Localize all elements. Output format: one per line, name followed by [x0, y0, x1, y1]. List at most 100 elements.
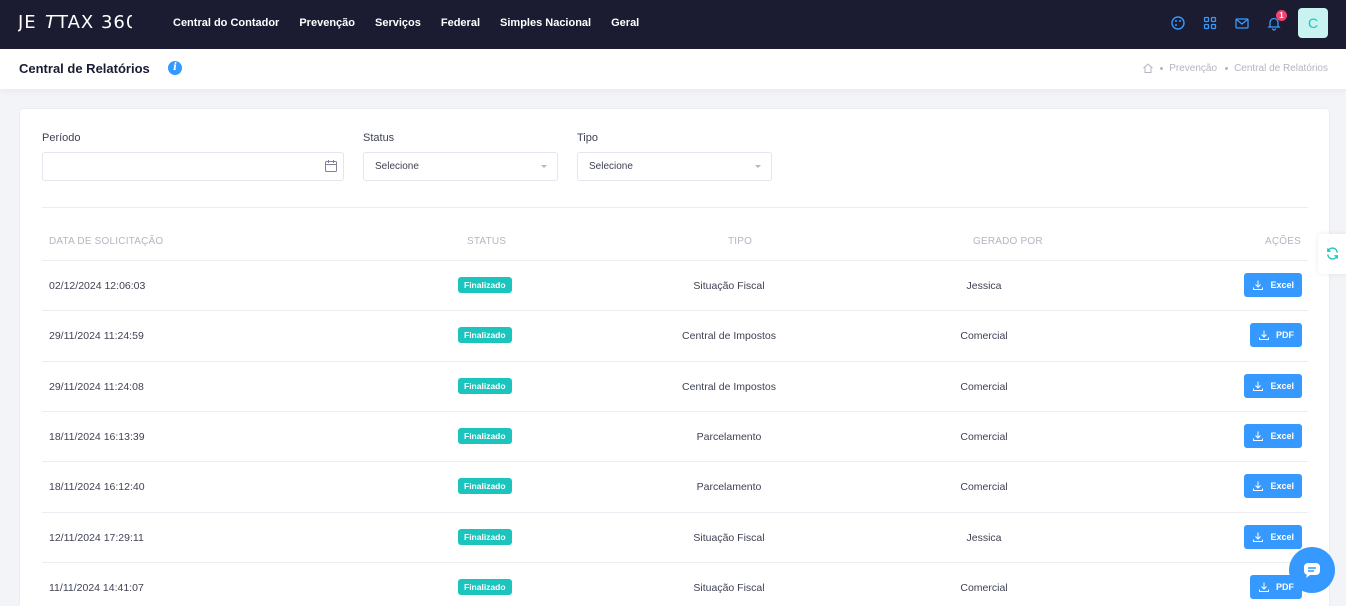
divider — [42, 207, 1308, 208]
info-icon[interactable]: i — [168, 61, 182, 75]
periodo-label: Período — [42, 132, 81, 144]
download-button-label: Excel — [1270, 280, 1294, 290]
cell-type: Parcelamento — [696, 481, 762, 494]
cell-type: Situação Fiscal — [693, 581, 765, 594]
col-header-type[interactable]: TIPO — [728, 236, 752, 247]
table-row: 02/12/2024 12:06:03 Finalizado Situação Fi… — [42, 260, 1308, 310]
download-excel-button[interactable]: Excel — [1244, 524, 1302, 549]
breadcrumb-current: Central de Relatórios — [1234, 62, 1328, 74]
cell-type: Situação Fiscal — [693, 531, 765, 544]
col-header-date[interactable]: DATA DE SOLICITAÇÃO — [49, 236, 163, 247]
breadcrumb-separator — [1160, 66, 1164, 70]
nav-servicos[interactable]: Serviços — [375, 17, 421, 29]
table-row: 18/11/2024 16:13:39 Finalizado Parcelament… — [42, 410, 1308, 461]
cell-generated-by: Jessica — [966, 531, 1002, 544]
chevron-down-icon — [755, 165, 761, 168]
download-icon — [1253, 280, 1264, 290]
download-button-label: Excel — [1270, 531, 1294, 542]
cell-type: Central de Impostos — [682, 330, 776, 343]
calendar-icon[interactable] — [324, 159, 338, 173]
cell-generated-by: Comercial — [960, 430, 1008, 443]
download-button-label: Excel — [1270, 380, 1294, 391]
download-excel-button[interactable]: Excel — [1244, 273, 1302, 297]
download-icon — [1253, 381, 1264, 391]
refresh-toggle[interactable] — [1318, 234, 1346, 274]
page-title: Central de Relatórios — [19, 61, 150, 76]
download-excel-button[interactable]: Excel — [1244, 474, 1302, 499]
download-excel-button[interactable]: Excel — [1244, 373, 1302, 398]
download-icon — [1259, 330, 1269, 341]
top-actions: 1 C — [1154, 8, 1328, 38]
user-avatar[interactable]: C — [1298, 8, 1328, 38]
table-row: 12/11/2024 17:29:11 Finalizado Situação Fi… — [42, 511, 1308, 562]
table-row: 29/11/2024 11:24:59 Finalizado Central de … — [42, 310, 1308, 360]
cell-date: 18/11/2024 16:13:39 — [49, 430, 145, 443]
svg-text:JE: JE — [18, 12, 37, 32]
apps-grid-icon[interactable] — [1202, 15, 1218, 31]
download-pdf-button[interactable]: PDF — [1250, 323, 1302, 348]
table-row: 18/11/2024 16:12:40 Finalizado Parcelament… — [42, 461, 1308, 511]
main-nav: Central do Contador Prevenção Serviços F… — [173, 17, 659, 29]
notification-badge: 1 — [1276, 10, 1287, 21]
download-excel-button[interactable]: Excel — [1244, 423, 1302, 448]
top-navbar: JE T TAX 360 Central do Contador Prevenç… — [0, 0, 1346, 49]
bell-icon[interactable]: 1 — [1266, 10, 1287, 31]
table-row: 29/11/2024 11:24:08 Finalizado Central de … — [42, 360, 1308, 411]
download-button-label: Excel — [1270, 430, 1294, 441]
periodo-input[interactable] — [42, 152, 344, 181]
jettax-logo: JE T TAX 360 — [17, 12, 137, 33]
nav-prevencao[interactable]: Prevenção — [299, 17, 355, 29]
status-select[interactable]: Selecione — [363, 152, 558, 181]
nav-geral[interactable]: Geral — [611, 17, 639, 29]
status-label: Status — [363, 132, 395, 144]
status-badge: Finalizado — [458, 377, 512, 394]
status-badge: Finalizado — [458, 578, 512, 595]
chevron-down-icon — [541, 165, 547, 168]
svg-text:TAX 360: TAX 360 — [56, 12, 132, 32]
cell-generated-by: Comercial — [960, 481, 1008, 494]
status-badge: Finalizado — [458, 277, 512, 293]
breadcrumb-separator — [1225, 66, 1229, 70]
cell-date: 29/11/2024 11:24:08 — [49, 380, 144, 393]
status-select-value: Selecione — [375, 161, 419, 172]
app-logo[interactable]: JE T TAX 360 — [17, 12, 137, 37]
cell-type: Parcelamento — [696, 430, 762, 443]
status-badge: Finalizado — [458, 427, 512, 444]
subheader: Central de Relatórios i Prevenção Centra… — [0, 49, 1346, 89]
chat-button[interactable] — [1289, 547, 1335, 593]
nav-central-contador[interactable]: Central do Contador — [173, 17, 279, 29]
cell-generated-by: Comercial — [960, 581, 1008, 594]
status-badge: Finalizado — [458, 528, 512, 545]
nav-simples-nacional[interactable]: Simples Nacional — [500, 17, 591, 29]
col-header-generated-by[interactable]: GERADO POR — [973, 236, 1043, 247]
table-row: 11/11/2024 14:41:07 Finalizado Situação Fi… — [42, 561, 1308, 606]
palette-icon[interactable] — [1170, 15, 1186, 31]
download-icon — [1253, 431, 1264, 441]
col-header-actions: AÇÕES — [1265, 236, 1302, 247]
cell-date: 11/11/2024 14:41:07 — [49, 581, 144, 594]
download-button-label: PDF — [1276, 330, 1294, 341]
download-icon — [1259, 582, 1269, 592]
download-button-label: Excel — [1270, 481, 1294, 492]
tipo-select[interactable]: Selecione — [577, 152, 772, 181]
status-badge: Finalizado — [458, 327, 512, 344]
breadcrumb: Prevenção Central de Relatórios — [1142, 62, 1328, 74]
reports-card: Período Status Selecione Tipo Selecione … — [19, 108, 1330, 606]
cell-generated-by: Comercial — [960, 330, 1008, 343]
tipo-select-value: Selecione — [589, 161, 633, 172]
breadcrumb-prevencao[interactable]: Prevenção — [1169, 63, 1217, 74]
download-button-label: PDF — [1276, 581, 1294, 592]
refresh-icon — [1327, 247, 1338, 260]
cell-date: 12/11/2024 17:29:11 — [49, 531, 144, 544]
status-badge: Finalizado — [458, 478, 512, 495]
tipo-label: Tipo — [577, 132, 598, 144]
cell-generated-by: Comercial — [960, 380, 1008, 393]
nav-federal[interactable]: Federal — [441, 17, 480, 29]
cell-type: Central de Impostos — [682, 380, 776, 393]
cell-type: Situação Fiscal — [693, 280, 765, 292]
download-icon — [1253, 481, 1264, 492]
mail-icon[interactable] — [1234, 15, 1250, 31]
download-icon — [1253, 532, 1264, 542]
home-icon[interactable] — [1142, 62, 1154, 74]
col-header-status[interactable]: STATUS — [467, 236, 506, 247]
